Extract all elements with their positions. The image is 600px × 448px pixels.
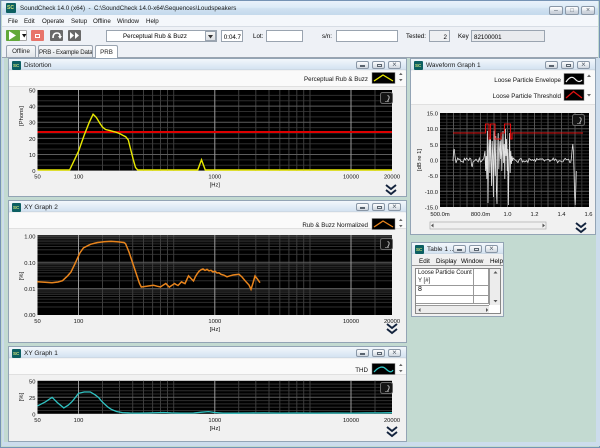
svg-text:40: 40: [29, 105, 35, 111]
svg-text:10000: 10000: [343, 418, 359, 424]
svg-text:1.0: 1.0: [503, 212, 511, 218]
svg-text:100: 100: [74, 418, 84, 424]
svg-text:20000: 20000: [384, 175, 400, 181]
svg-text:0.10: 0.10: [24, 261, 35, 267]
svg-text:[%]: [%]: [19, 271, 25, 280]
svg-text:1.6: 1.6: [584, 212, 592, 218]
svg-text:Loose Particle Envelope: Loose Particle Envelope: [494, 77, 561, 84]
svg-text:Loose Particle Threshold: Loose Particle Threshold: [493, 93, 562, 100]
svg-text:Perceptual Rub & Buzz: Perceptual Rub & Buzz: [304, 76, 368, 83]
svg-text:10000: 10000: [343, 319, 359, 325]
svg-text:THD: THD: [355, 367, 368, 374]
svg-text:1000: 1000: [208, 319, 221, 325]
svg-text:50: 50: [34, 175, 40, 181]
svg-text:800.0m: 800.0m: [471, 212, 491, 218]
svg-text:1000: 1000: [208, 418, 221, 424]
svg-text:100: 100: [74, 175, 84, 181]
svg-text:15.0: 15.0: [427, 112, 438, 118]
svg-text:[%]: [%]: [19, 392, 25, 401]
svg-text:-15.0: -15.0: [425, 206, 438, 212]
svg-text:50: 50: [34, 319, 40, 325]
svg-text:50: 50: [29, 379, 35, 385]
svg-text:50: 50: [29, 89, 35, 95]
svg-text:1.2: 1.2: [530, 212, 538, 218]
svg-text:500.0m: 500.0m: [430, 212, 450, 218]
svg-text:25: 25: [29, 396, 35, 402]
svg-text:100: 100: [74, 319, 84, 325]
svg-text:10.0: 10.0: [427, 127, 438, 133]
svg-text:20000: 20000: [384, 418, 400, 424]
svg-text:[dB re 1]: [dB re 1]: [417, 149, 423, 171]
svg-text:[Hz]: [Hz]: [210, 426, 221, 432]
svg-text:30: 30: [29, 121, 35, 127]
svg-text:10: 10: [29, 153, 35, 159]
svg-text:Rub & Buzz Normalized: Rub & Buzz Normalized: [302, 222, 368, 229]
svg-text:[Hz]: [Hz]: [210, 327, 221, 333]
svg-text:10000: 10000: [343, 175, 359, 181]
svg-text:20000: 20000: [384, 319, 400, 325]
svg-text:[Phons]: [Phons]: [19, 106, 25, 126]
svg-text:1000: 1000: [208, 175, 221, 181]
svg-text:-10.0: -10.0: [425, 190, 438, 196]
svg-text:20: 20: [29, 137, 35, 143]
svg-text:5.0: 5.0: [430, 143, 438, 149]
svg-text:0.01: 0.01: [24, 287, 35, 293]
svg-text:1.00: 1.00: [24, 235, 35, 241]
svg-text:[Hz]: [Hz]: [210, 183, 221, 189]
svg-text:0.0: 0.0: [430, 159, 438, 165]
svg-text:50: 50: [34, 418, 40, 424]
svg-text:-5.0: -5.0: [428, 174, 438, 180]
svg-text:1.4: 1.4: [557, 212, 566, 218]
